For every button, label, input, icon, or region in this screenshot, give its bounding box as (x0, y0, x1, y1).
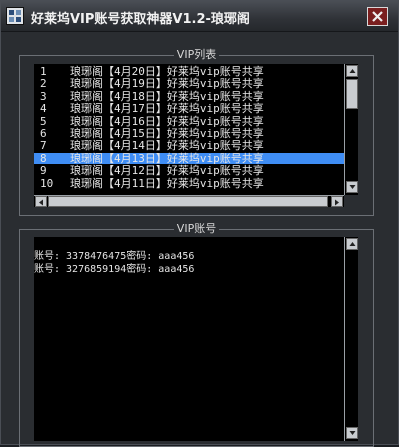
scroll-down-arrow-icon (349, 431, 356, 435)
horizontal-scroll-thumb[interactable] (48, 196, 328, 207)
list-item[interactable]: 8 琅琊阁【4月13日】好莱坞vip账号共享 (34, 151, 344, 165)
vip-list[interactable]: 1 琅琊阁【4月20日】好莱坞vip账号共享 2 琅琊阁【4月19日】好莱坞vip账号… (34, 64, 344, 195)
vip-list-horizontal-scrollbar[interactable] (34, 195, 344, 207)
scroll-up-button[interactable] (346, 65, 358, 77)
account-scroll-down-button[interactable] (346, 427, 358, 439)
list-item[interactable]: 3 琅琊阁【4月18日】好莱坞vip账号共享 (34, 91, 344, 102)
vip-account-group-title: VIP账号 (173, 222, 220, 235)
scroll-left-button[interactable] (35, 196, 47, 207)
list-item[interactable]: 1 琅琊阁【4月20日】好莱坞vip账号共享 (34, 66, 344, 77)
app-window: 好莱坞VIP账号获取神器V1.2-琅琊阁 VIP列表 1 琅琊阁【4月20日】好莱… (0, 0, 399, 447)
list-item-number: 10 (40, 176, 54, 190)
list-item-number: 5 (40, 114, 47, 128)
list-item-title: 琅琊阁【4月19日】好莱坞vip账号共享 (70, 77, 264, 91)
account-line: 账号: 3276859194密码: aaa456 (34, 264, 195, 275)
account-vertical-scrollbar[interactable] (344, 237, 358, 441)
list-item-number: 9 (40, 164, 47, 178)
list-item[interactable]: 4 琅琊阁【4月17日】好莱坞vip账号共享 (34, 103, 344, 114)
list-item[interactable]: 2 琅琊阁【4月19日】好莱坞vip账号共享 (34, 78, 344, 89)
scroll-up-arrow-icon (349, 242, 356, 246)
list-item[interactable]: 10 琅琊阁【4月11日】好莱坞vip账号共享 (34, 178, 344, 189)
vip-list-vertical-scrollbar[interactable] (344, 64, 358, 195)
list-item-title: 琅琊阁【4月13日】好莱坞vip账号共享 (70, 151, 264, 165)
scroll-right-button[interactable] (331, 196, 343, 207)
list-item-title: 琅琊阁【4月20日】好莱坞vip账号共享 (70, 65, 264, 78)
window-title: 好莱坞VIP账号获取神器V1.2-琅琊阁 (31, 12, 250, 27)
vertical-scroll-thumb[interactable] (346, 79, 358, 109)
list-item-title: 琅琊阁【4月12日】好莱坞vip账号共享 (70, 164, 264, 178)
vip-account-textarea[interactable]: 账号: 3378476475密码: aaa456 账号: 3276859194密码… (34, 237, 344, 441)
list-item-number: 7 (40, 139, 47, 153)
vip-list-group-title: VIP列表 (173, 48, 220, 61)
list-item-number: 3 (40, 89, 47, 103)
list-item-number: 1 (40, 65, 47, 78)
list-item[interactable]: 7 琅琊阁【4月14日】好莱坞vip账号共享 (34, 140, 344, 151)
title-bar[interactable]: 好莱坞VIP账号获取神器V1.2-琅琊阁 (1, 1, 398, 32)
list-item[interactable]: 5 琅琊阁【4月16日】好莱坞vip账号共享 (34, 116, 344, 127)
account-scroll-up-button[interactable] (346, 238, 358, 250)
list-item[interactable]: 9 琅琊阁【4月12日】好莱坞vip账号共享 (34, 165, 344, 176)
list-item-title: 琅琊阁【4月16日】好莱坞vip账号共享 (70, 114, 264, 128)
scrollbar-corner (344, 195, 358, 207)
scroll-up-arrow-icon (349, 69, 356, 73)
scroll-down-arrow-icon (349, 185, 356, 189)
list-item-title: 琅琊阁【4月18日】好莱坞vip账号共享 (70, 89, 264, 103)
app-logo-icon (6, 7, 24, 25)
list-item-title: 琅琊阁【4月11日】好莱坞vip账号共享 (70, 176, 264, 190)
list-item-title: 琅琊阁【4月17日】好莱坞vip账号共享 (70, 102, 264, 116)
list-item-number: 2 (40, 77, 47, 91)
list-item-title: 琅琊阁【4月15日】好莱坞vip账号共享 (70, 127, 264, 140)
close-button[interactable] (367, 7, 388, 26)
scroll-right-arrow-icon (335, 199, 339, 206)
list-item[interactable]: 6 琅琊阁【4月15日】好莱坞vip账号共享 (34, 128, 344, 139)
account-line: 账号: 3378476475密码: aaa456 (34, 251, 195, 262)
scroll-left-arrow-icon (39, 199, 43, 206)
list-item-number: 8 (40, 151, 47, 165)
list-item-number: 4 (40, 102, 47, 116)
scroll-down-button[interactable] (346, 181, 358, 193)
list-item-title: 琅琊阁【4月14日】好莱坞vip账号共享 (70, 139, 264, 153)
list-item-number: 6 (40, 127, 47, 140)
close-icon (372, 11, 383, 22)
